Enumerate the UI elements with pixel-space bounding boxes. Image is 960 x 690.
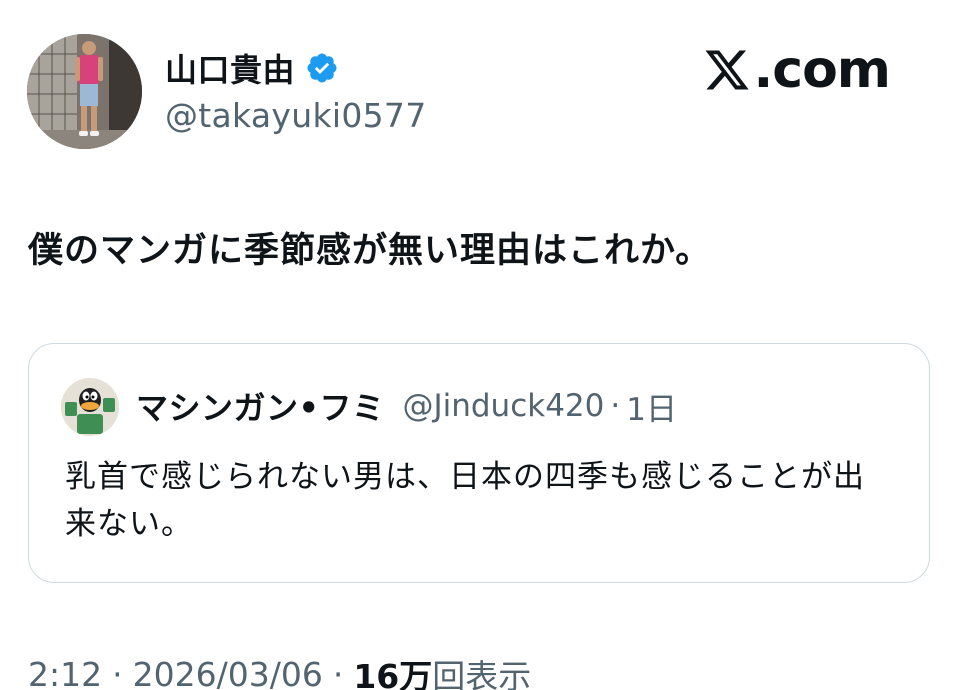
quote-author-avatar[interactable] bbox=[61, 378, 119, 436]
quote-header[interactable]: マシンガン•フミ @Jinduck420 · 1日 bbox=[136, 384, 677, 428]
tweet-meta: 2:12 · 2026/03/06 · 16万 回表示 bbox=[28, 652, 531, 690]
quote-author-handle[interactable]: @Jinduck420 bbox=[402, 388, 604, 424]
quote-timestamp[interactable]: 1日 bbox=[626, 384, 677, 429]
x-com-watermark: .com bbox=[702, 40, 891, 100]
tweet-date[interactable]: 2026/03/06 bbox=[133, 655, 323, 690]
x-logo-icon bbox=[705, 50, 749, 90]
quote-author-name[interactable]: マシンガン•フミ bbox=[136, 383, 384, 429]
author-display-name[interactable]: 山口貴由 bbox=[165, 45, 295, 91]
quote-separator: · bbox=[610, 388, 621, 424]
verified-badge-icon bbox=[307, 53, 337, 83]
quoted-tweet-card[interactable]: マシンガン•フミ @Jinduck420 · 1日 乳首で感じられない男は、日本… bbox=[28, 343, 930, 583]
views-label: 回表示 bbox=[432, 657, 532, 690]
meta-separator-2: · bbox=[332, 654, 344, 690]
quote-text: 乳首で感じられない男は、日本の四季も感じることが出来ない。 bbox=[65, 459, 865, 542]
cartoon-avatar-icon bbox=[61, 378, 119, 436]
brand-domain-text: .com bbox=[753, 40, 891, 100]
tweet-screenshot: 山口貴由 @takayuki0577 .com 僕のマンガに季節感が無い理由はこ… bbox=[0, 0, 960, 690]
author-handle[interactable]: @takayuki0577 bbox=[165, 96, 427, 135]
views-count[interactable]: 16万 bbox=[353, 650, 432, 690]
tweet-text: 僕のマンガに季節感が無い理由はこれか。 bbox=[28, 231, 712, 271]
author-avatar[interactable] bbox=[27, 34, 142, 149]
profile-photo bbox=[27, 34, 142, 149]
author-name-row[interactable]: 山口貴由 bbox=[165, 45, 339, 91]
tweet-time[interactable]: 2:12 bbox=[28, 655, 102, 690]
meta-separator: · bbox=[112, 654, 123, 690]
